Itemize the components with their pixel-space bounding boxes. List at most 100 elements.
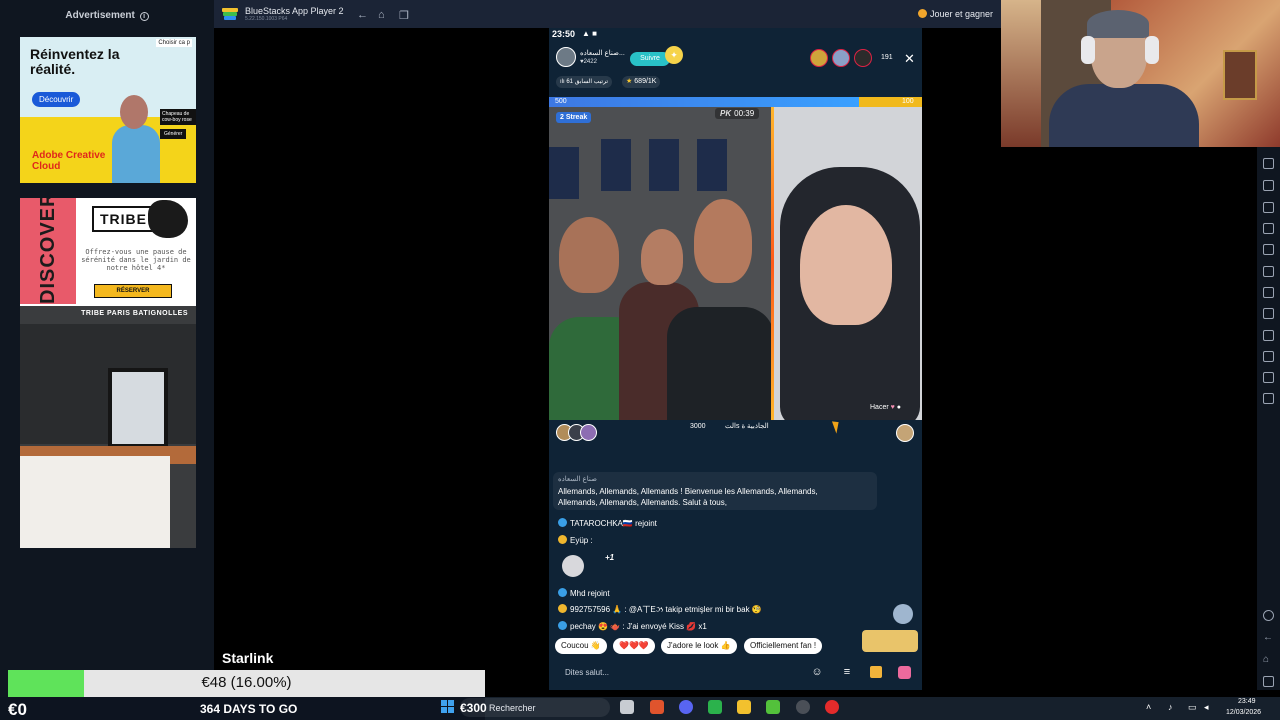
app-title: BlueStacks App Player 2 — [245, 6, 344, 16]
menu-icon[interactable]: ≡ — [840, 665, 854, 679]
back-icon[interactable]: ← — [357, 9, 368, 21]
host-name[interactable]: صناع السعاده... — [580, 49, 628, 57]
promo-card[interactable] — [862, 630, 918, 652]
chat-sticker — [562, 555, 584, 577]
toolbar-gamepad-icon[interactable] — [1263, 180, 1274, 191]
play-store-icon[interactable] — [766, 700, 780, 714]
rose-gift-icon[interactable] — [898, 666, 911, 679]
chat-line: TATAROCHKA🇷🇺 rejoint — [558, 518, 657, 529]
webcam-background — [1001, 0, 1041, 147]
streamer-cap — [1087, 10, 1149, 38]
clock-date[interactable]: 12/03/2026 — [1226, 709, 1261, 716]
chat-line: Eyüp : — [558, 535, 593, 546]
gift-icon[interactable] — [870, 666, 882, 678]
supporter-avatar — [580, 424, 597, 441]
score-pill[interactable]: ★ 689/1K — [622, 76, 661, 88]
heart-icon: ♥ — [890, 404, 895, 411]
ad-cta-button[interactable]: Découvrir — [32, 92, 81, 107]
microphone-icon[interactable]: ♪ — [1168, 702, 1173, 712]
ad-choices-label[interactable]: Choisir ca p — [156, 39, 192, 47]
brave-icon[interactable] — [650, 700, 664, 714]
comment-input[interactable]: Dites salut... — [565, 668, 609, 677]
app-version: 5.22.150.1003 P64 — [245, 16, 288, 22]
viewer-count[interactable]: 191 — [881, 54, 893, 61]
chat-username[interactable]: صناع السعاده — [558, 475, 597, 483]
toolbar-layers-icon[interactable] — [1263, 351, 1274, 362]
taskbar-search-label[interactable]: Rechercher — [489, 703, 536, 713]
spreadsheet-icon[interactable] — [708, 700, 722, 714]
quick-reply[interactable]: J'adore le look 👍 — [661, 638, 737, 654]
top-viewer-avatar[interactable] — [854, 49, 872, 67]
volume-icon[interactable]: ◂ — [1204, 702, 1209, 713]
quick-reply[interactable]: Officiellement fan ! — [744, 638, 823, 654]
toolbar-back-icon[interactable]: ← — [1263, 632, 1274, 643]
pk-left-score: 500 — [555, 98, 567, 105]
toolbar-recents-icon[interactable] — [1263, 676, 1274, 687]
acoustic-panel — [549, 147, 579, 199]
goal-label: Starlink — [222, 650, 274, 666]
quick-reply[interactable]: Coucou 👋 — [555, 638, 607, 654]
emoji-icon[interactable]: ☺ — [810, 665, 824, 679]
toolbar-macro-icon[interactable] — [1263, 308, 1274, 319]
home-icon[interactable]: ⌂ — [378, 9, 385, 21]
bluestacks-taskbar-icon[interactable] — [737, 700, 751, 714]
toolbar-apk-icon[interactable] — [1263, 266, 1274, 277]
toolbar-keyboard-icon[interactable] — [1263, 158, 1274, 169]
youtube-icon[interactable] — [825, 700, 839, 714]
goal-start-amount: €0 — [8, 700, 27, 719]
discord-icon[interactable] — [679, 700, 693, 714]
pk-center-label-left: الت — [725, 423, 736, 430]
network-icon[interactable]: ▭ — [1188, 702, 1197, 713]
tribe-ad[interactable]: DISCOVER TRIBE Offrez-vous une pause de … — [20, 198, 196, 548]
toolbar-more-icon[interactable] — [1263, 393, 1274, 404]
ad-generate-tag: Générer — [160, 129, 187, 139]
hotel-window — [108, 368, 168, 448]
windows-start-icon[interactable] — [441, 700, 455, 714]
play-and-earn-button[interactable]: Jouer et gagner — [918, 9, 993, 19]
host-avatar[interactable] — [556, 47, 576, 67]
toolbar-location-icon[interactable] — [1263, 330, 1274, 341]
ad-header-label: Advertisement — [65, 10, 135, 21]
chat-line-text: Mhd rejoint — [570, 589, 610, 598]
star-icon: ★ — [626, 78, 633, 85]
quick-reply[interactable]: ❤️❤️❤️ — [613, 638, 655, 654]
webcam-book — [1223, 50, 1257, 100]
opponent-supporter-avatar[interactable] — [896, 424, 914, 442]
top-viewer-avatar[interactable] — [832, 49, 850, 67]
pk-timer: PK 00:39 — [715, 108, 760, 119]
toolbar-media-icon[interactable] — [1263, 244, 1274, 255]
level-badge-icon — [558, 621, 567, 630]
clock-time[interactable]: 23:49 — [1238, 698, 1256, 705]
toolbar-settings-icon[interactable] — [1263, 610, 1274, 621]
tray-chevron-icon[interactable]: ˄ — [1146, 702, 1151, 712]
ad-side-text: DISCOVER — [20, 198, 76, 304]
goal-target-amount: €300 — [460, 701, 487, 715]
pk-score-bar-left-fill — [549, 97, 859, 107]
follow-button[interactable]: Suivre — [630, 52, 670, 66]
toolbar-rotate-icon[interactable] — [1263, 372, 1274, 383]
toolbar-record-icon[interactable] — [1263, 223, 1274, 234]
acoustic-panel — [601, 139, 631, 191]
ad-reserve-button[interactable]: RÉSERVER — [94, 284, 172, 298]
rank-pill[interactable]: ılı 61 ترتيب السابق — [556, 76, 613, 88]
ad-brand: Adobe Creative Cloud — [32, 150, 106, 172]
acoustic-panel — [649, 139, 679, 191]
gift-thumbnail[interactable] — [893, 604, 913, 624]
obs-icon[interactable] — [796, 700, 810, 714]
opponent-name[interactable]: Hacer ♥ ● — [870, 404, 901, 411]
multitask-icon[interactable]: ❐ — [399, 9, 409, 22]
pk-right-score: 100 — [902, 98, 914, 105]
streak-badge: 2 Streak — [556, 112, 592, 123]
toolbar-folder-icon[interactable] — [1263, 287, 1274, 298]
file-explorer-icon[interactable] — [620, 700, 634, 714]
info-icon[interactable]: i — [139, 12, 149, 21]
host-video[interactable] — [549, 107, 774, 420]
toolbar-screenshot-icon[interactable] — [1263, 202, 1274, 213]
host-supporters[interactable] — [556, 424, 606, 442]
adobe-ad[interactable]: Réinventez la réalité. Découvrir Choisir… — [20, 37, 196, 183]
top-viewer-avatar[interactable] — [810, 49, 828, 67]
toolbar-home-icon[interactable]: ⌂ — [1263, 654, 1274, 665]
ad-copy: Offrez-vous une pause de sérénité dans l… — [81, 248, 191, 272]
opponent-video[interactable] — [774, 107, 922, 420]
close-icon[interactable]: ✕ — [904, 51, 915, 67]
